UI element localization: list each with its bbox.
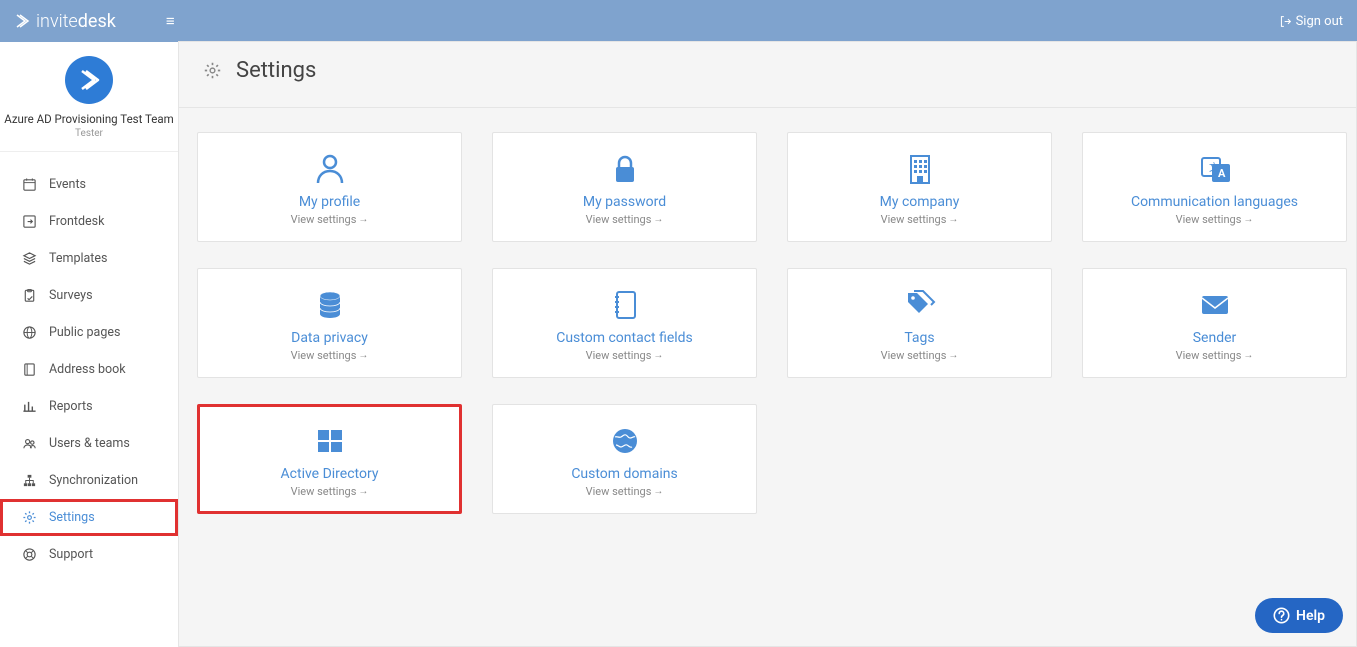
sidebar-item-settings[interactable]: Settings: [0, 499, 178, 536]
users-icon: [22, 436, 37, 451]
card-my-company[interactable]: My companyView settings: [787, 132, 1052, 242]
brand-bold: desk: [78, 11, 116, 32]
team-name: Azure AD Provisioning Test Team: [0, 112, 178, 126]
sidebar-item-surveys[interactable]: Surveys: [0, 277, 178, 314]
calendar-icon: [22, 177, 37, 192]
globe-icon: [22, 325, 37, 340]
windows-icon: [312, 423, 348, 459]
settings-grid: My profileView settings My passwordView s…: [179, 108, 1356, 538]
sidebar: Azure AD Provisioning Test Team Tester E…: [0, 42, 179, 647]
layers-icon: [22, 251, 37, 266]
lifebuoy-icon: [22, 547, 37, 562]
help-button[interactable]: Help: [1255, 598, 1343, 633]
team-avatar: [65, 56, 113, 104]
card-sender[interactable]: SenderView settings: [1082, 268, 1347, 378]
sidebar-item-events[interactable]: Events: [0, 166, 178, 203]
book-icon: [22, 362, 37, 377]
envelope-icon: [1197, 287, 1233, 323]
signout-icon: [1279, 15, 1292, 28]
lang-icon: [1197, 151, 1233, 187]
clipboard-icon: [22, 288, 37, 303]
hamburger-menu-icon[interactable]: ≡: [166, 12, 175, 30]
card-my-password[interactable]: My passwordView settings: [492, 132, 757, 242]
page-header: Settings: [179, 42, 1356, 108]
sidebar-item-reports[interactable]: Reports: [0, 388, 178, 425]
card-custom-contact-fields[interactable]: Custom contact fieldsView settings: [492, 268, 757, 378]
world-icon: [607, 423, 643, 459]
card-custom-domains[interactable]: Custom domainsView settings: [492, 404, 757, 514]
sitemap-icon: [22, 473, 37, 488]
logo-icon: [14, 13, 30, 29]
user-icon: [312, 151, 348, 187]
gear-icon: [203, 61, 222, 80]
sidebar-header: Azure AD Provisioning Test Team Tester: [0, 42, 178, 152]
sidebar-item-public-pages[interactable]: Public pages: [0, 314, 178, 351]
database-icon: [312, 287, 348, 323]
signout-label: Sign out: [1296, 14, 1343, 29]
card-communication-languages[interactable]: Communication languagesView settings: [1082, 132, 1347, 242]
sign-out-button[interactable]: Sign out: [1279, 14, 1343, 29]
notebook-icon: [607, 287, 643, 323]
lock-icon: [607, 151, 643, 187]
card-my-profile[interactable]: My profileView settings: [197, 132, 462, 242]
enter-icon: [22, 214, 37, 229]
gear-icon: [22, 510, 37, 525]
sidebar-item-address-book[interactable]: Address book: [0, 351, 178, 388]
bars-icon: [22, 399, 37, 414]
nav-list: EventsFrontdeskTemplatesSurveysPublic pa…: [0, 152, 178, 573]
role-label: Tester: [0, 128, 178, 139]
topbar: invitedesk ≡ Sign out: [0, 0, 1357, 42]
tags-icon: [902, 287, 938, 323]
brand-logo: invitedesk: [14, 11, 116, 32]
card-tags[interactable]: TagsView settings: [787, 268, 1052, 378]
page-title: Settings: [236, 58, 316, 83]
sidebar-item-frontdesk[interactable]: Frontdesk: [0, 203, 178, 240]
building-icon: [902, 151, 938, 187]
help-icon: [1273, 607, 1290, 624]
card-data-privacy[interactable]: Data privacyView settings: [197, 268, 462, 378]
card-active-directory[interactable]: Active DirectoryView settings: [197, 404, 462, 514]
sidebar-item-users-teams[interactable]: Users & teams: [0, 425, 178, 462]
sidebar-item-templates[interactable]: Templates: [0, 240, 178, 277]
brand-light: invite: [36, 11, 78, 32]
sidebar-item-synchronization[interactable]: Synchronization: [0, 462, 178, 499]
content-area: Settings My profileView settings My passw…: [178, 41, 1357, 647]
sidebar-item-support[interactable]: Support: [0, 536, 178, 573]
help-label: Help: [1296, 608, 1325, 624]
